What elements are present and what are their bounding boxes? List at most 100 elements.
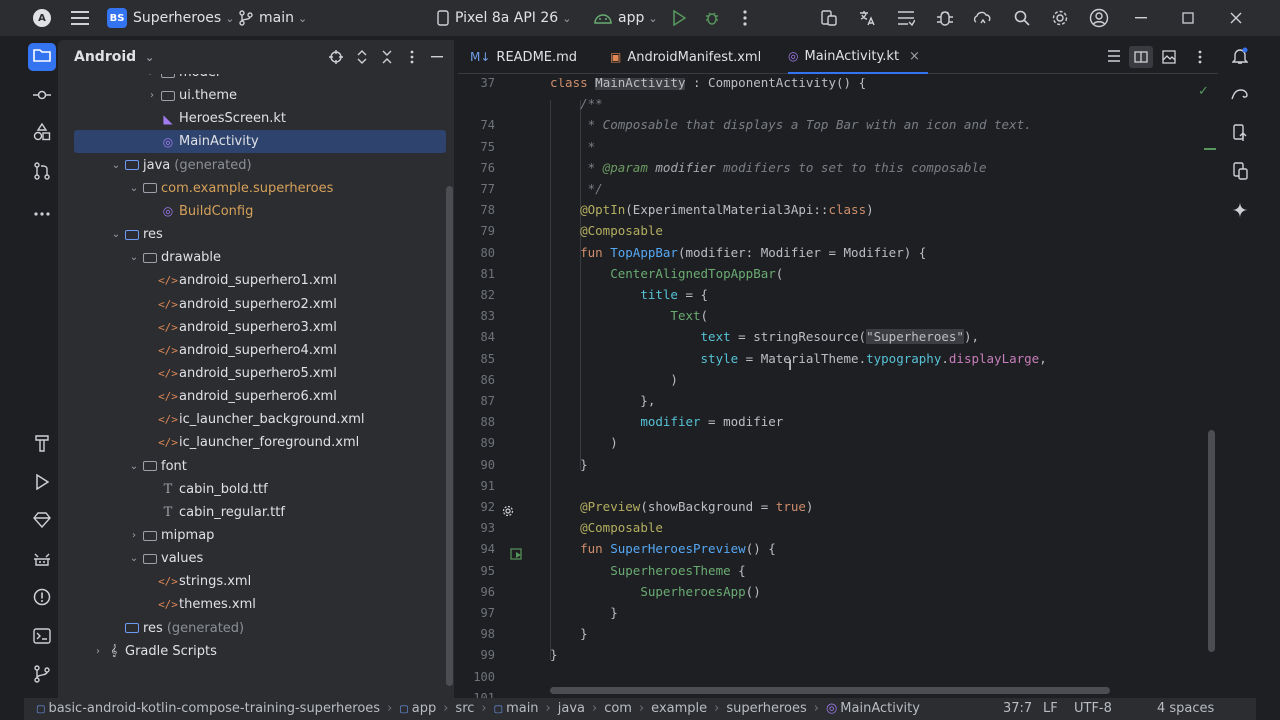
gemini-tool-button[interactable] (1230, 202, 1250, 222)
code-line[interactable]: @OptIn(ExperimentalMaterial3Api::class) (550, 202, 874, 217)
run-icon[interactable] (669, 8, 689, 28)
indent-setting[interactable]: 4 spaces (1157, 701, 1214, 716)
code-line[interactable]: @Preview(showBackground = true) (550, 499, 813, 514)
tree-item[interactable]: </> android_superhero6.xml (74, 385, 446, 408)
breadcrumb-item[interactable]: src (455, 701, 474, 716)
tree-item[interactable]: › ui.theme (74, 84, 446, 107)
design-view-icon[interactable] (1162, 50, 1176, 68)
code-line[interactable]: SuperheroesApp() (550, 584, 760, 599)
tree-item[interactable]: ◣ HeroesScreen.kt (74, 107, 446, 130)
tree-item[interactable]: ⌄ font (74, 455, 446, 478)
expand-arrow-icon[interactable]: ⌄ (126, 461, 142, 472)
code-line[interactable]: /** (550, 96, 603, 111)
locate-icon[interactable] (328, 49, 344, 65)
main-menu-icon[interactable] (70, 8, 90, 28)
tree-item[interactable]: </> strings.xml (74, 570, 446, 593)
tree-item[interactable]: </> ic_launcher_foreground.xml (74, 431, 446, 454)
preview-settings-icon[interactable] (502, 505, 514, 520)
account-icon[interactable] (1089, 8, 1109, 28)
version-control-button[interactable] (28, 662, 56, 690)
tree-item[interactable]: </> ic_launcher_background.xml (74, 408, 446, 431)
device-mirroring-button[interactable] (1230, 124, 1250, 145)
more-vertical-icon[interactable] (1198, 50, 1202, 68)
app-logo[interactable]: A (33, 0, 51, 36)
code-line[interactable]: @Composable (550, 223, 663, 238)
horizontal-scrollbar[interactable] (550, 687, 1110, 694)
minimize-icon[interactable] (1131, 8, 1151, 28)
terminal-tool-button[interactable] (28, 624, 56, 652)
app-inspection-icon[interactable] (935, 8, 955, 28)
tree-item[interactable]: </> android_superhero1.xml (74, 269, 446, 292)
tree-item[interactable]: ⌄ com.example.superheroes (74, 177, 446, 200)
tree-item[interactable]: › mipmap (74, 524, 446, 547)
profiler-icon[interactable] (896, 8, 916, 28)
tree-item[interactable]: ◎ MainActivity (74, 130, 446, 154)
code-line[interactable]: fun SuperHeroesPreview() { (550, 541, 776, 556)
device-selector[interactable]: Pixel 8a API 26 ⌄ (437, 0, 571, 36)
tab-mainactivity-kt[interactable]: ◎ MainActivity.kt × (788, 40, 928, 74)
expand-arrow-icon[interactable]: ▸ (144, 74, 160, 78)
expand-arrow-icon[interactable]: › (144, 90, 160, 101)
tree-item[interactable]: ⌄ values (74, 547, 446, 570)
code-line[interactable]: * Composable that displays a Top Bar wit… (550, 117, 1032, 132)
expand-arrow-icon[interactable]: › (90, 646, 106, 657)
expand-arrow-icon[interactable]: ⌄ (126, 252, 142, 263)
code-line[interactable]: @Composable (550, 520, 663, 535)
tree-item[interactable]: Tcabin_bold.ttf (74, 478, 446, 501)
debug-icon[interactable] (702, 8, 722, 28)
code-line[interactable]: } (550, 457, 588, 472)
tab-androidmanifest-xml[interactable]: ▣ AndroidManifest.xml (610, 40, 761, 74)
more-vertical-icon[interactable] (735, 8, 755, 28)
maximize-icon[interactable] (1178, 8, 1198, 28)
gear-icon[interactable] (1050, 8, 1070, 28)
tree-item[interactable]: </> android_superhero3.xml (74, 316, 446, 339)
build-tool-button[interactable] (28, 431, 56, 459)
breadcrumb-item[interactable]: ▢ basic-android-kotlin-compose-training-s… (36, 701, 380, 716)
caret-position[interactable]: 37:7 (1003, 701, 1032, 716)
breadcrumb-item[interactable]: ◎ MainActivity (826, 701, 920, 716)
logcat-tool-button[interactable] (28, 547, 56, 575)
expand-arrow-icon[interactable]: ⌄ (126, 553, 142, 564)
code-line[interactable]: */ (550, 181, 603, 196)
expand-arrow-icon[interactable]: ⌄ (126, 183, 142, 194)
tree-item[interactable]: </> themes.xml (74, 593, 446, 616)
expand-all-icon[interactable] (354, 49, 370, 65)
gradle-tool-button[interactable] (1230, 86, 1250, 106)
resource-manager-button[interactable] (28, 120, 56, 148)
run-preview-icon[interactable] (510, 548, 524, 563)
tree-item[interactable]: ⌄ java (generated) (74, 154, 446, 177)
expand-arrow-icon[interactable]: ⌄ (108, 160, 124, 171)
close-tab-icon[interactable]: × (909, 49, 920, 64)
code-line[interactable]: }, (550, 393, 655, 408)
code-line[interactable]: modifier = modifier (550, 414, 783, 429)
code-line[interactable]: Text( (550, 308, 708, 323)
tree-item[interactable]: ⌄ drawable (74, 246, 446, 269)
services-tool-button[interactable] (28, 508, 56, 536)
collapse-all-icon[interactable] (379, 49, 395, 65)
code-line[interactable]: ) (550, 372, 678, 387)
close-icon[interactable] (1226, 8, 1246, 28)
expand-arrow-icon[interactable]: › (126, 530, 142, 541)
tree-item[interactable]: </> android_superhero2.xml (74, 293, 446, 316)
code-line[interactable]: fun TopAppBar(modifier: Modifier = Modif… (550, 245, 926, 260)
tree-item[interactable]: ◎ BuildConfig (74, 200, 446, 223)
code-line[interactable]: } (550, 647, 558, 662)
tree-item[interactable]: res (generated) (74, 617, 446, 640)
code-line[interactable]: } (550, 626, 588, 641)
sync-gradle-icon[interactable] (973, 8, 993, 28)
tree-item[interactable]: ▸ model (74, 74, 446, 84)
branch-switcher[interactable]: main ⌄ (239, 0, 307, 36)
code-line[interactable]: title = { (550, 287, 708, 302)
breadcrumb-item[interactable]: ▢ main (494, 701, 539, 716)
code-line[interactable]: ) (550, 435, 618, 450)
project-switcher[interactable]: BS Superheroes ⌄ (107, 0, 234, 36)
code-line[interactable]: class MainActivity : ComponentActivity()… (550, 78, 866, 90)
split-view-icon[interactable] (1129, 46, 1153, 68)
line-separator[interactable]: LF (1043, 701, 1058, 716)
breadcrumb-item[interactable]: com (604, 701, 632, 716)
more-vertical-icon[interactable] (404, 49, 420, 65)
code-line[interactable]: * @param modifier modifiers to set to th… (550, 160, 987, 175)
project-tool-button[interactable] (28, 43, 56, 71)
commit-tool-button[interactable] (28, 82, 56, 110)
tab-readme-md[interactable]: M↓ README.md (470, 40, 577, 74)
